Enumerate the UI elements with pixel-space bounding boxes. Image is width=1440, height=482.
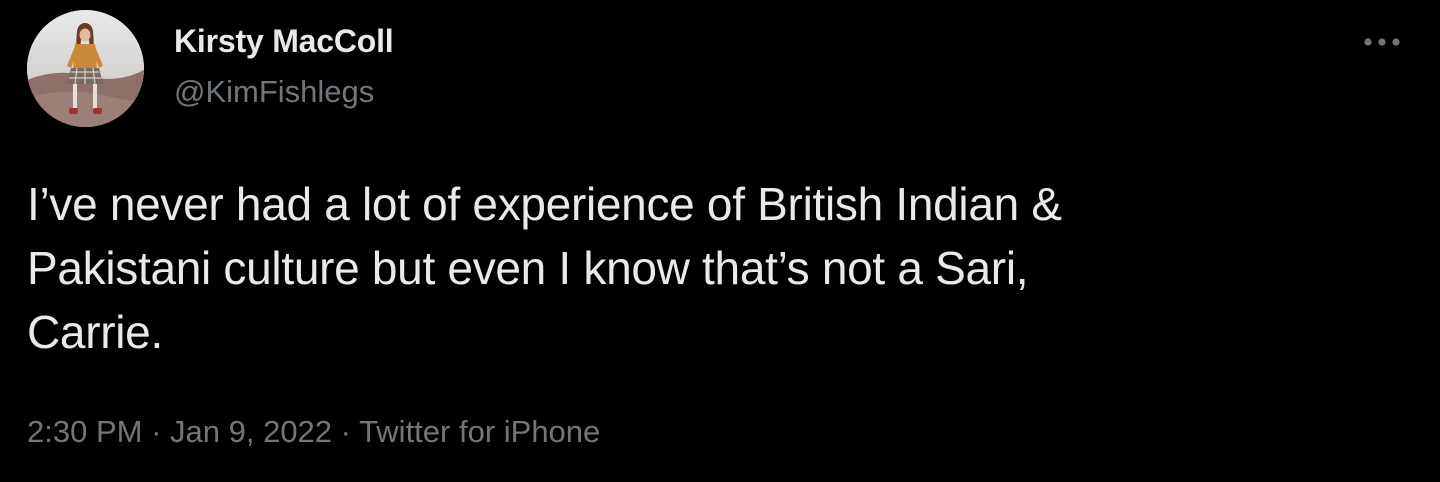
tweet-text: I’ve never had a lot of experience of Br…	[27, 178, 1062, 358]
avatar[interactable]	[27, 10, 144, 127]
tweet-card: Kirsty MacColl @KimFishlegs I’ve never h…	[0, 0, 1440, 482]
avatar-photo	[27, 10, 144, 127]
author-display-name[interactable]: Kirsty MacColl	[174, 22, 394, 60]
meta-separator: ·	[151, 414, 171, 449]
tweet-metadata: 2:30 PM · Jan 9, 2022 · Twitter for iPho…	[27, 412, 600, 452]
tweet-time[interactable]: 2:30 PM	[27, 414, 142, 449]
tweet-date[interactable]: Jan 9, 2022	[170, 414, 332, 449]
tweet-source[interactable]: Twitter for iPhone	[359, 414, 600, 449]
meta-separator: ·	[340, 414, 360, 449]
author-handle[interactable]: @KimFishlegs	[174, 73, 393, 111]
more-options-button[interactable]	[1360, 24, 1404, 60]
more-horizontal-icon	[1364, 38, 1400, 46]
author-block: Kirsty MacColl @KimFishlegs	[174, 22, 394, 111]
